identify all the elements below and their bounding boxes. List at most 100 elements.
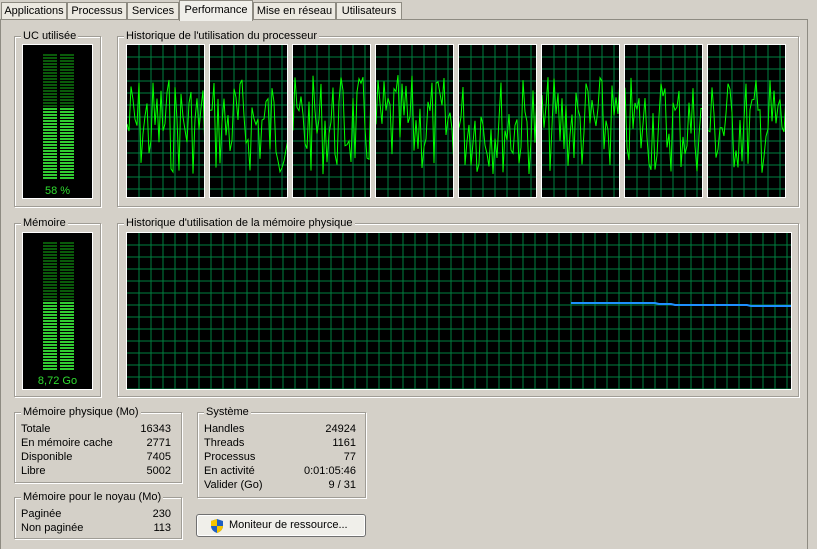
memory-meter-segment xyxy=(60,254,74,256)
cpu-meter-segment xyxy=(60,57,74,59)
memory-meter-segment xyxy=(60,275,74,277)
memory-meter-segment xyxy=(60,257,74,259)
cpu-meter-segment xyxy=(60,111,74,113)
cpu-core-graph xyxy=(458,44,537,198)
cpu-meter-segment xyxy=(60,126,74,128)
cpu-meter-segment xyxy=(43,132,57,134)
system-commit-label: Valider (Go) xyxy=(204,479,263,491)
cpu-meter-segment xyxy=(43,66,57,68)
cpu-meter-segment xyxy=(43,99,57,101)
memory-meter-segment xyxy=(60,323,74,325)
cpu-meter-segment xyxy=(60,168,74,170)
cpu-meter-segment xyxy=(43,165,57,167)
memory-meter-segment xyxy=(60,278,74,280)
memory-meter-segment xyxy=(43,347,57,349)
memory-meter-segment xyxy=(43,308,57,310)
memory-meter-segment xyxy=(43,320,57,322)
memory-meter-segment xyxy=(60,293,74,295)
cpu-meter-segment xyxy=(60,117,74,119)
memory-history-plot xyxy=(127,233,791,389)
memory-meter-segment xyxy=(43,326,57,328)
cpu-meter-segment xyxy=(43,177,57,179)
memory-meter-segment xyxy=(60,356,74,358)
memory-meter-segment xyxy=(43,272,57,274)
tab-applications[interactable]: Applications xyxy=(1,2,67,19)
cpu-meter-segment xyxy=(43,171,57,173)
cpu-meter-segment xyxy=(60,135,74,137)
cpu-meter-segment xyxy=(43,147,57,149)
physical-free-value: 5002 xyxy=(146,465,171,477)
cpu-core-graph xyxy=(624,44,703,198)
physical-available-label: Disponible xyxy=(21,451,73,463)
cpu-meter-segment xyxy=(60,123,74,125)
memory-meter-segment xyxy=(60,314,74,316)
cpu-meter-segment xyxy=(43,108,57,110)
cpu-meter-segment xyxy=(43,126,57,128)
cpu-usage-value: 58 % xyxy=(44,185,71,197)
cpu-meter-segment xyxy=(60,102,74,104)
tab-processus[interactable]: Processus xyxy=(67,2,127,19)
memory-meter-segment xyxy=(43,299,57,301)
memory-meter-segment xyxy=(60,320,74,322)
cpu-meter-segment xyxy=(60,177,74,179)
cpu-meter-segment xyxy=(43,153,57,155)
system-uptime-value: 0:01:05:46 xyxy=(304,465,356,477)
memory-meter-segment xyxy=(43,341,57,343)
memory-meter-segment xyxy=(60,284,74,286)
cpu-core-graph xyxy=(126,44,205,198)
physical-available-value: 7405 xyxy=(146,451,171,463)
memory-meter-segment xyxy=(43,278,57,280)
tab-performance[interactable]: Performance xyxy=(179,0,253,21)
cpu-meter-segment xyxy=(43,63,57,65)
cpu-core-graph xyxy=(707,44,786,198)
memory-meter-segment xyxy=(60,296,74,298)
resource-monitor-button[interactable]: Moniteur de ressource... xyxy=(196,514,366,537)
system-processes-label: Processus xyxy=(204,451,256,463)
cpu-meter-segment xyxy=(60,75,74,77)
memory-meter-segment xyxy=(43,251,57,253)
cpu-history-group: Historique de l'utilisation du processeu… xyxy=(117,29,799,207)
memory-meter-segment xyxy=(43,338,57,340)
kernel-memory-title: Mémoire pour le noyau (Mo) xyxy=(21,490,164,504)
cpu-meter-segment xyxy=(43,111,57,113)
kernel-paged-value: 230 xyxy=(152,508,171,520)
memory-meter-segment xyxy=(60,329,74,331)
cpu-meter-segment xyxy=(43,135,57,137)
memory-meter-segment xyxy=(60,266,74,268)
system-processes-value: 77 xyxy=(343,451,356,463)
memory-meter-segment xyxy=(43,242,57,244)
memory-meter-segment xyxy=(43,311,57,313)
cpu-meter-segment xyxy=(60,156,74,158)
cpu-meter-segment xyxy=(60,69,74,71)
kernel-memory-group: Mémoire pour le noyau (Mo) Paginée 230 N… xyxy=(14,490,182,539)
memory-meter-segment xyxy=(60,353,74,355)
cpu-meter-segment xyxy=(43,117,57,119)
tab-mise-en-reseau[interactable]: Mise en réseau xyxy=(253,2,336,19)
cpu-meter-segment xyxy=(43,141,57,143)
memory-meter-segment xyxy=(43,290,57,292)
cpu-meter-segment xyxy=(43,60,57,62)
memory-meter-segment xyxy=(60,362,74,364)
cpu-core-graph xyxy=(209,44,288,198)
cpu-usage-group: UC utilisée 58 % xyxy=(14,29,101,207)
memory-meter-segment xyxy=(60,305,74,307)
cpu-meter-segment xyxy=(60,174,74,176)
cpu-usage-meter: 58 % xyxy=(22,44,93,199)
memory-meter-segment xyxy=(43,293,57,295)
system-commit-value: 9 / 31 xyxy=(328,479,356,491)
physical-total-label: Totale xyxy=(21,423,51,435)
memory-meter-segment xyxy=(60,281,74,283)
tab-utilisateurs[interactable]: Utilisateurs xyxy=(336,2,402,19)
memory-meter-segment xyxy=(43,305,57,307)
resource-monitor-label: Moniteur de ressource... xyxy=(229,519,348,531)
tab-services[interactable]: Services xyxy=(127,2,179,19)
cpu-meter-segment xyxy=(60,159,74,161)
cpu-meter-segment xyxy=(43,129,57,131)
cpu-meter-segment xyxy=(43,72,57,74)
cpu-meter-segment xyxy=(60,162,74,164)
physical-total-value: 16343 xyxy=(140,423,171,435)
cpu-meter-segment xyxy=(60,150,74,152)
memory-meter-segment xyxy=(43,344,57,346)
cpu-meter-segment xyxy=(43,75,57,77)
system-threads-label: Threads xyxy=(204,437,245,449)
